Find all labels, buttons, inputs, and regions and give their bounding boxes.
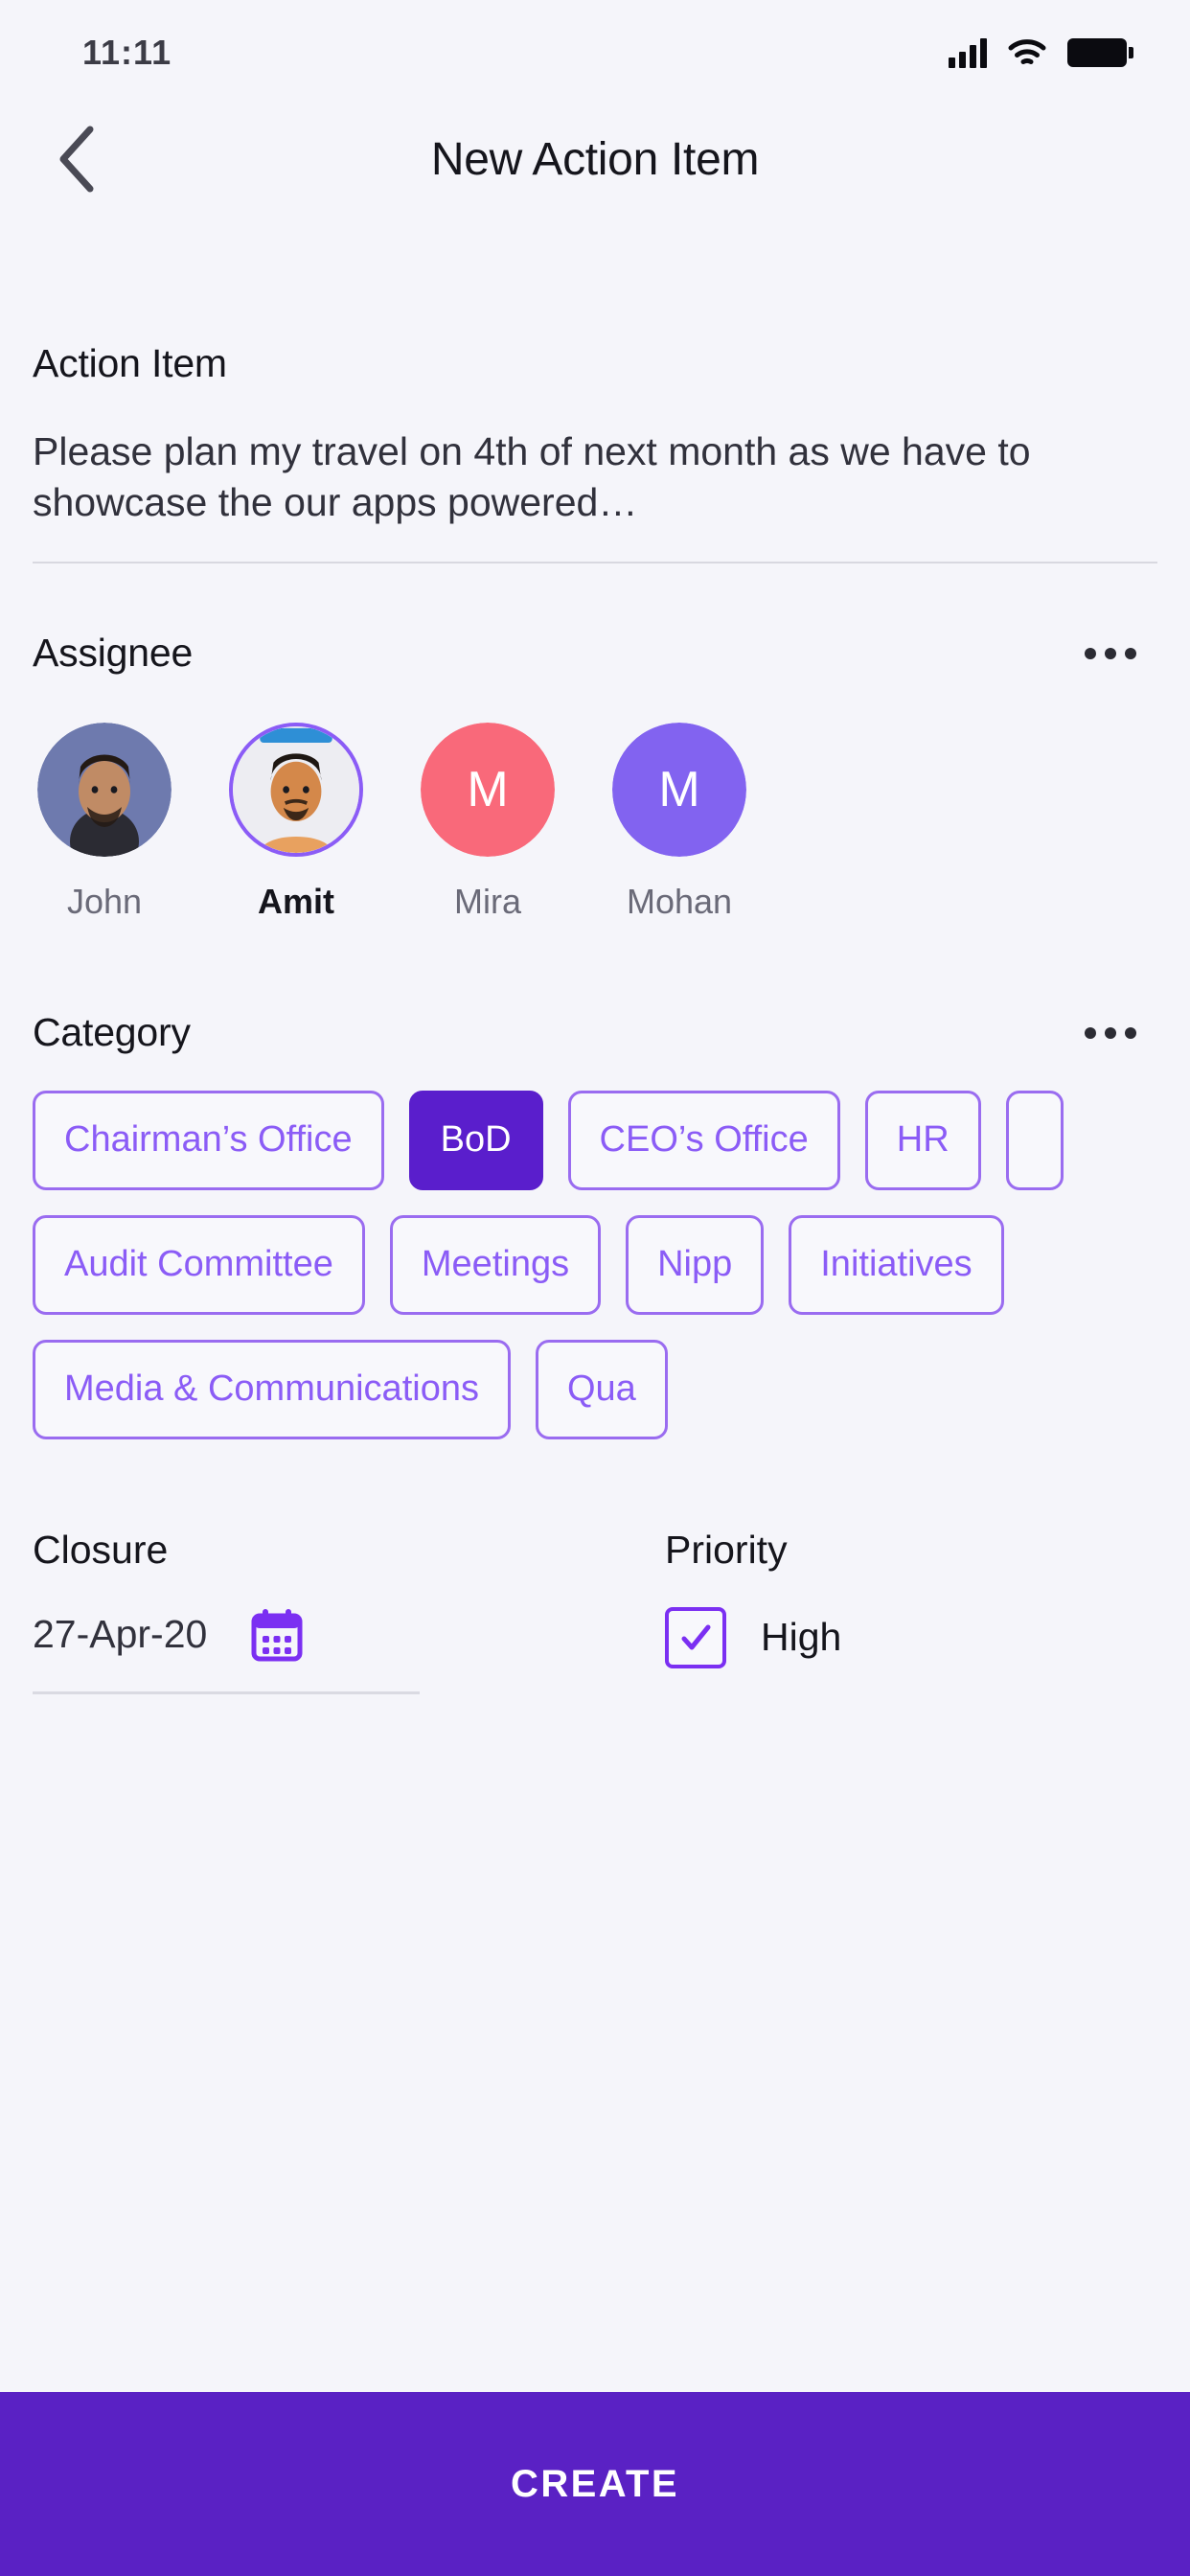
more-horizontal-icon [1105,1026,1116,1039]
category-label: Category [33,1010,191,1055]
category-chip[interactable]: HR [864,1090,981,1190]
assignee-section: Assignee John Amit M Mira M Mohan [0,631,1190,922]
wifi-icon [1008,39,1046,64]
status-time: 11:11 [82,33,172,72]
closure-label: Closure [33,1527,169,1572]
category-chip[interactable]: Qua [535,1339,668,1439]
category-chip[interactable]: Audit Committee [33,1214,365,1315]
assignee-item-mohan[interactable]: M Mohan [607,722,751,922]
avatar-selected[interactable] [229,722,363,857]
category-chip[interactable]: Chairman’s Office [33,1090,384,1190]
category-section: Category Chairman’s Office BoD CEO’s Off… [0,1010,1190,1439]
priority-field: Priority High [665,1528,1157,1668]
more-horizontal-icon [1125,1026,1136,1039]
avatar-initial: M [421,722,555,857]
check-icon [681,1624,711,1650]
back-button[interactable] [33,116,119,202]
closure-divider [33,1690,420,1694]
category-chip-list: Chairman’s Office BoD CEO’s Office HR Au… [33,1090,1157,1439]
avatar-label: Mira [454,881,521,921]
battery-icon [1067,38,1133,67]
more-horizontal-icon [1125,647,1136,659]
category-chip-overflow[interactable] [1005,1090,1064,1190]
avatar-label: Mohan [626,881,733,921]
category-chip[interactable]: Initiatives [789,1214,1004,1315]
photo-avatar-amit [233,725,359,853]
closure-field: Closure 27-Apr-20 [33,1528,665,1694]
closure-date-value: 27-Apr-20 [33,1612,208,1657]
assignee-more-button[interactable] [1064,631,1157,677]
avatar-label: Amit [258,881,334,921]
create-button[interactable]: CREATE [0,2392,1190,2576]
avatar[interactable]: M [421,722,555,857]
category-chip[interactable]: CEO’s Office [567,1090,840,1190]
chevron-left-icon [59,126,94,193]
more-horizontal-icon [1105,647,1116,659]
category-chip-row: Chairman’s Office BoD CEO’s Office HR [33,1090,1157,1190]
signal-icon [949,37,987,68]
avatar[interactable] [37,722,172,857]
category-more-button[interactable] [1064,1010,1157,1056]
create-button-label: CREATE [511,2462,679,2505]
category-chip[interactable]: Nipp [626,1214,765,1315]
assignee-item-amit[interactable]: Amit [224,722,368,922]
action-item-text[interactable]: Please plan my travel on 4th of next mon… [33,426,1157,529]
assignee-header: Assignee [33,631,1157,677]
category-chip-selected[interactable]: BoD [408,1090,543,1190]
category-header: Category [33,1010,1157,1056]
calendar-icon[interactable] [249,1607,305,1663]
category-chip-row: Audit Committee Meetings Nipp Initiative… [33,1214,1157,1315]
photo-avatar-john [37,722,172,857]
assignee-avatar-list: John Amit M Mira M Mohan [33,722,1157,922]
category-chip[interactable]: Meetings [389,1214,602,1315]
action-item-section: Action Item Please plan my travel on 4th… [0,341,1190,564]
avatar-label: John [66,881,143,921]
assignee-label: Assignee [33,631,194,676]
assignee-item-mira[interactable]: M Mira [416,722,560,922]
action-item-divider [33,561,1157,564]
content-area: Action Item Please plan my travel on 4th… [0,213,1190,1694]
priority-checkbox[interactable] [665,1606,726,1668]
page-title: New Action Item [430,133,760,185]
category-chip-row: Media & Communications Qua [33,1339,1157,1439]
status-bar: 11:11 [0,0,1190,105]
assignee-item-john[interactable]: John [33,722,176,922]
app-screen: 11:11 New Action Item Action Item Please… [0,0,1190,2576]
action-item-label: Action Item [33,341,227,385]
priority-label: Priority [665,1527,788,1572]
priority-value-row[interactable]: High [665,1606,1157,1668]
navigation-bar: New Action Item [0,105,1190,213]
status-icons [949,37,1133,68]
more-horizontal-icon [1085,647,1096,659]
more-horizontal-icon [1085,1026,1096,1039]
category-chip[interactable]: Media & Communications [33,1339,511,1439]
priority-value: High [761,1615,842,1660]
closure-priority-section: Closure 27-Apr-20 Priority High [0,1528,1190,1694]
closure-value-row[interactable]: 27-Apr-20 [33,1607,665,1663]
avatar[interactable]: M [612,722,746,857]
avatar-initial: M [612,722,746,857]
